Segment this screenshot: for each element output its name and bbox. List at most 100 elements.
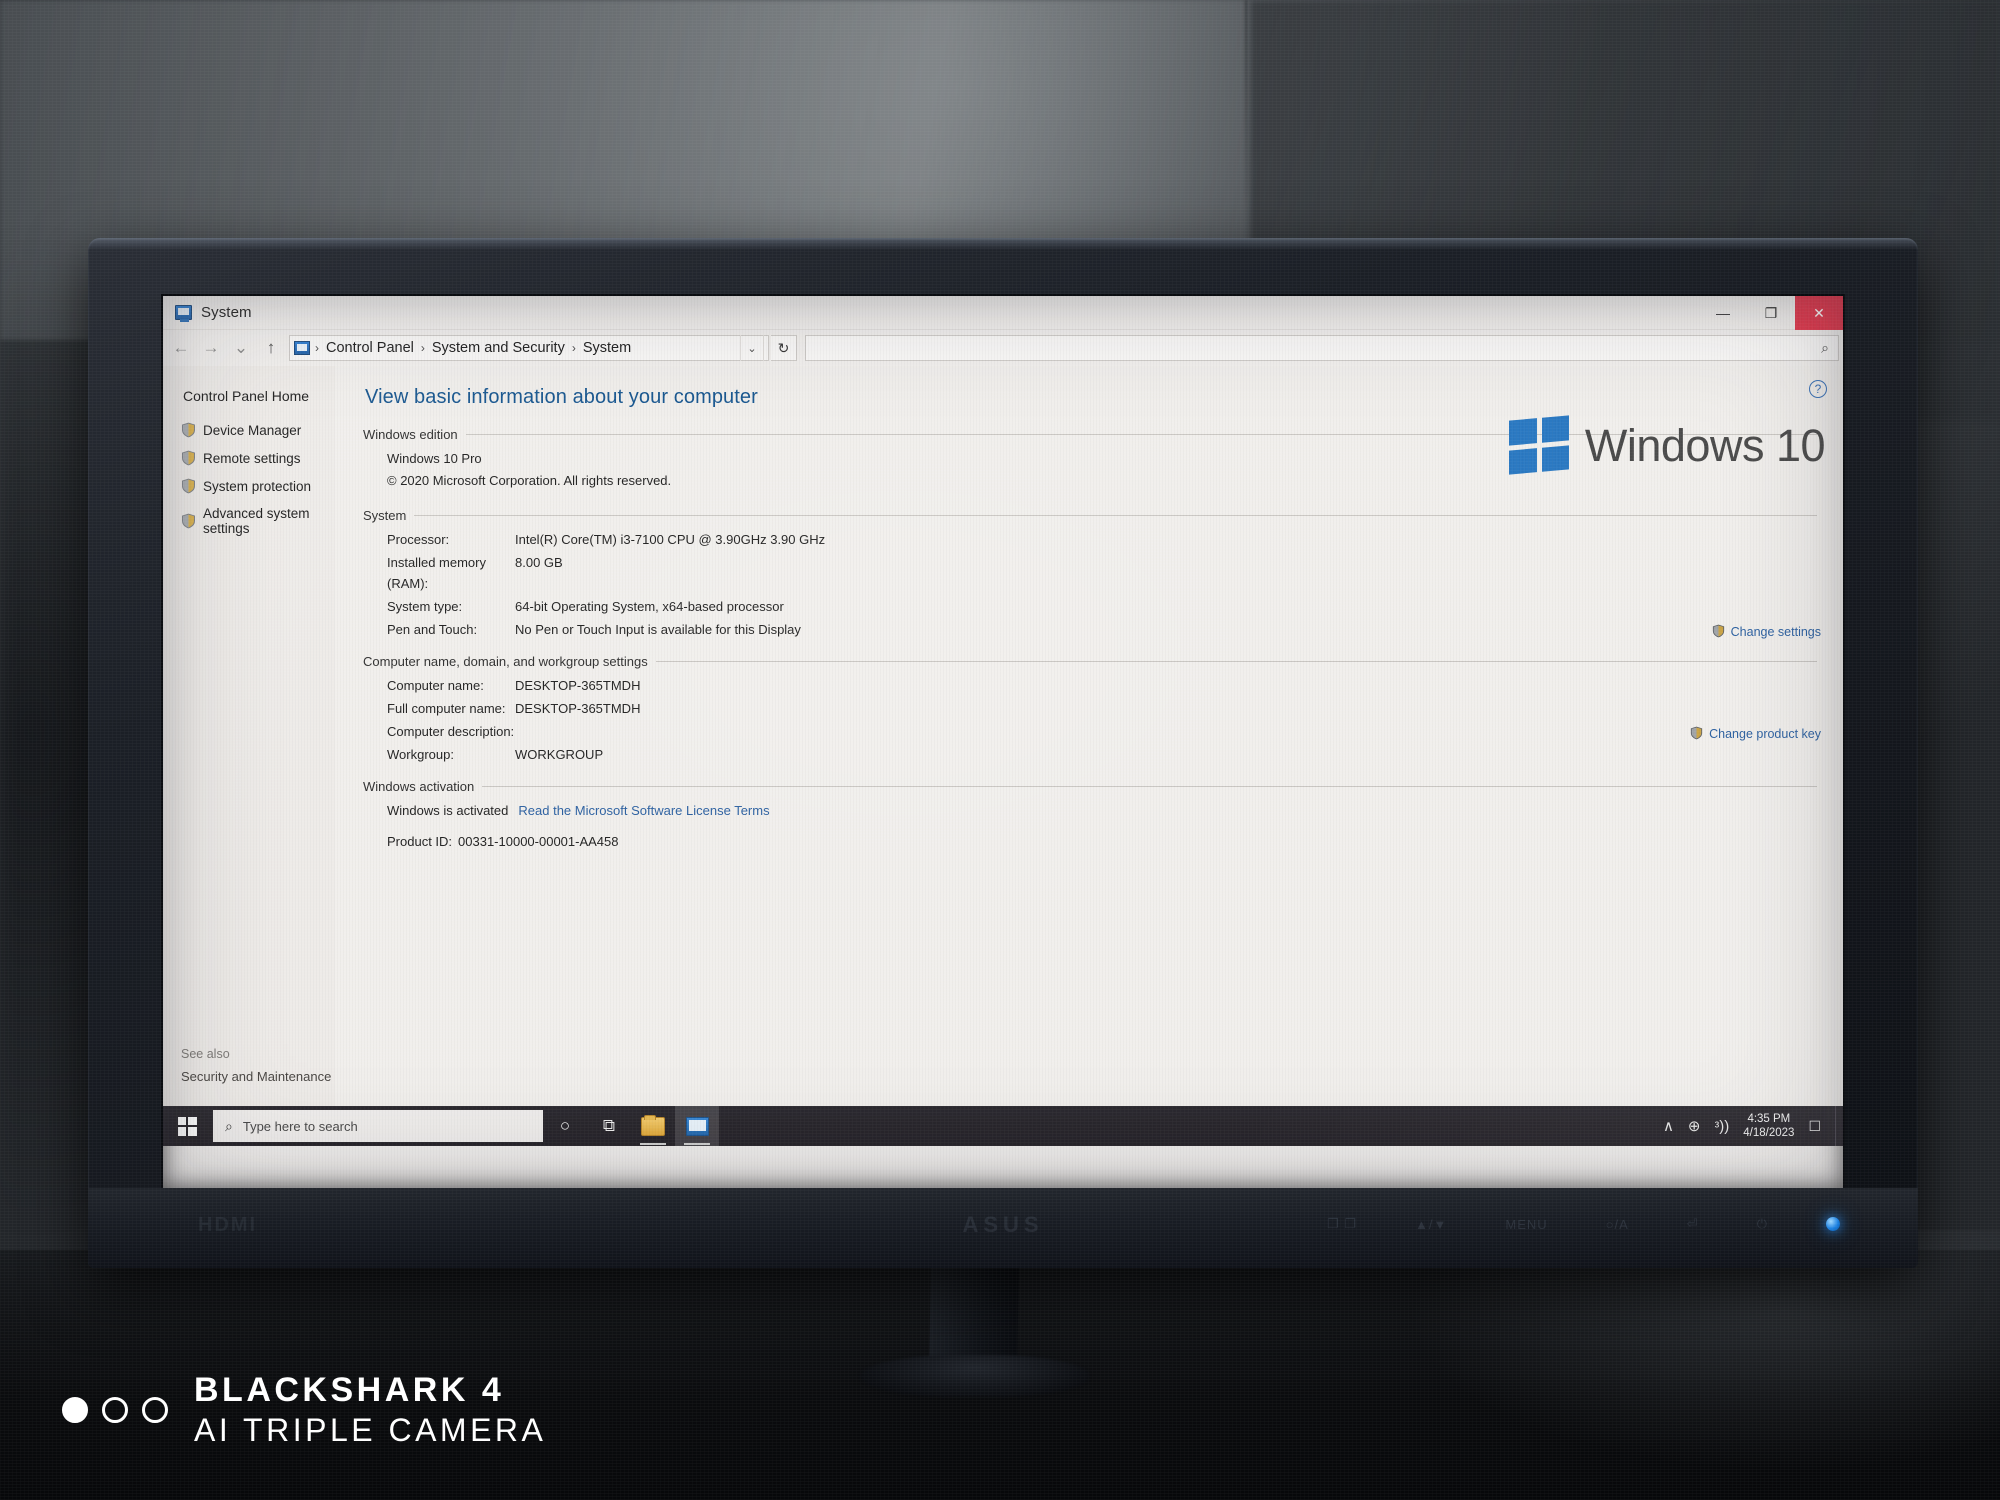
section-rule: [655, 661, 1817, 662]
network-icon[interactable]: ⊕: [1688, 1117, 1701, 1135]
sidebar-item-label: Advanced system settings: [203, 506, 310, 536]
activation-rows: Windows is activated Read the Microsoft …: [363, 800, 1817, 852]
breadcrumb-item-system[interactable]: System: [579, 340, 635, 356]
camera-lens-dots-icon: [62, 1396, 168, 1423]
forward-button[interactable]: →: [197, 334, 225, 362]
breadcrumb[interactable]: › Control Panel › System and Security › …: [289, 335, 769, 361]
system-control-panel-window: System — ❐ ✕ ← → ⌄ ↑ › Control Panel › S…: [163, 296, 1843, 1146]
monitor-osd-buttons: ❐ ❐ ▲/▼ MENU ○/A ⏎ ⏻: [1327, 1216, 1840, 1232]
close-button[interactable]: ✕: [1795, 296, 1843, 330]
change-product-key-label: Change product key: [1709, 727, 1821, 741]
power-led-indicator: [1826, 1217, 1840, 1231]
camera-watermark: BLACKSHARK 4 AI TRIPLE CAMERA: [62, 1370, 546, 1451]
license-terms-link[interactable]: Read the Microsoft Software License Term…: [518, 800, 769, 821]
show-desktop-button[interactable]: [1835, 1106, 1843, 1146]
activation-status-row: Windows is activated Read the Microsoft …: [387, 800, 1817, 821]
sidebar-item-device-manager[interactable]: Device Manager: [181, 422, 335, 438]
clock-date: 4/18/2023: [1743, 1127, 1795, 1139]
action-center-icon[interactable]: ☐: [1808, 1118, 1821, 1135]
section-computer-name: Computer name, domain, and workgroup set…: [363, 654, 1817, 765]
bezel-highlight: [88, 238, 1918, 250]
clock[interactable]: 4:35 PM 4/18/2023: [1743, 1112, 1794, 1140]
change-settings-label: Change settings: [1730, 625, 1821, 639]
task-view-icon[interactable]: ⧉: [587, 1106, 631, 1146]
breadcrumb-item-system-and-security[interactable]: System and Security: [428, 340, 569, 356]
row-value: DESKTOP-365TMDH: [515, 678, 641, 693]
change-settings-link[interactable]: Change settings: [1712, 624, 1821, 640]
system-icon: [175, 305, 192, 322]
monitor-screen: System — ❐ ✕ ← → ⌄ ↑ › Control Panel › S…: [163, 296, 1843, 1188]
row-label: Computer description:: [387, 724, 515, 739]
taskbar: ⌕ Type here to search ○ ⧉ ∧ ⊕ ᵌ)) 4:35 P…: [163, 1106, 1843, 1146]
section-rule: [414, 515, 1817, 516]
file-explorer-icon[interactable]: [631, 1106, 675, 1146]
sidebar-item-advanced-system-settings[interactable]: Advanced system settings: [181, 506, 335, 536]
start-button[interactable]: [163, 1106, 211, 1146]
section-header: Windows activation: [363, 779, 1817, 794]
table-row: Installed memory (RAM): 8.00 GB: [387, 552, 1817, 594]
see-also-link-security-and-maintenance[interactable]: Security and Maintenance: [181, 1069, 331, 1084]
section-title: System: [363, 508, 407, 523]
row-label: System type:: [387, 599, 463, 614]
edition-copyright: © 2020 Microsoft Corporation. All rights…: [387, 473, 672, 488]
wall-corner-edge: [1245, 0, 1247, 250]
maximize-button[interactable]: ❐: [1747, 296, 1795, 330]
osd-button[interactable]: ○/A: [1606, 1217, 1629, 1232]
volume-icon[interactable]: ᵌ)): [1715, 1118, 1730, 1135]
shield-icon: [181, 422, 196, 438]
shield-icon: [181, 478, 196, 494]
osd-button[interactable]: ⏻: [1757, 1216, 1768, 1232]
see-also-title: See also: [181, 1047, 230, 1061]
activation-status: Windows is activated: [387, 803, 509, 818]
search-icon: ⌕: [225, 1117, 233, 1134]
table-row: Full computer name: DESKTOP-365TMDH: [387, 698, 1817, 719]
content-area: Control Panel Home Device Manager Remote…: [163, 366, 1843, 1106]
taskbar-search-input[interactable]: ⌕ Type here to search: [213, 1110, 543, 1142]
section-rule: [482, 786, 1817, 787]
section-title: Windows activation: [363, 779, 475, 794]
page-title: View basic information about your comput…: [365, 386, 758, 408]
breadcrumb-item-control-panel[interactable]: Control Panel: [322, 340, 418, 356]
product-id-label: Product ID:: [387, 834, 453, 849]
row-value: No Pen or Touch Input is available for t…: [515, 622, 801, 637]
computer-name-rows: Computer name: DESKTOP-365TMDH Full comp…: [363, 675, 1817, 765]
search-input[interactable]: ⌕: [805, 335, 1839, 361]
show-hidden-icons-icon[interactable]: ∧: [1663, 1117, 1674, 1135]
back-button[interactable]: ←: [167, 334, 195, 362]
breadcrumb-separator: ›: [315, 341, 319, 355]
refresh-button[interactable]: ↻: [771, 335, 797, 361]
sidebar-item-control-panel-home[interactable]: Control Panel Home: [183, 388, 335, 404]
system-window-taskbar-icon[interactable]: [675, 1106, 719, 1146]
windows-10-wordmark: Windows 10: [1584, 419, 1826, 471]
taskbar-search-placeholder: Type here to search: [242, 1118, 358, 1134]
product-id-row: Product ID: 00331-10000-00001-AA458: [387, 831, 1817, 852]
sidebar-item-label: Remote settings: [203, 450, 301, 466]
sidebar-item-remote-settings[interactable]: Remote settings: [181, 450, 335, 466]
up-button[interactable]: ↑: [257, 334, 285, 362]
section-title: Computer name, domain, and workgroup set…: [363, 654, 648, 669]
help-icon[interactable]: ?: [1809, 380, 1827, 398]
sidebar-item-label: System protection: [203, 478, 312, 494]
row-value: DESKTOP-365TMDH: [515, 701, 641, 716]
osd-button[interactable]: MENU: [1505, 1217, 1547, 1232]
sidebar-item-label: Device Manager: [203, 422, 302, 438]
cortana-icon[interactable]: ○: [543, 1106, 587, 1146]
recent-locations-button[interactable]: ⌄: [227, 334, 255, 362]
osd-button[interactable]: ⏎: [1687, 1216, 1699, 1232]
sidebar-item-system-protection[interactable]: System protection: [181, 478, 335, 494]
breadcrumb-dropdown-icon[interactable]: ⌄: [740, 335, 764, 361]
row-value: Intel(R) Core(TM) i3-7100 CPU @ 3.90GHz …: [515, 532, 826, 547]
minimize-button[interactable]: —: [1699, 296, 1747, 330]
osd-button[interactable]: ❐ ❐: [1327, 1216, 1357, 1232]
shield-icon: [1712, 624, 1727, 640]
photo-scene: System — ❐ ✕ ← → ⌄ ↑ › Control Panel › S…: [0, 0, 2000, 1500]
table-row: Workgroup: WORKGROUP: [387, 744, 1817, 765]
see-also-section: See also Security and Maintenance: [181, 1047, 331, 1084]
system-rows: Processor: Intel(R) Core(TM) i3-7100 CPU…: [363, 529, 1817, 640]
change-product-key-link[interactable]: Change product key: [1690, 726, 1821, 742]
table-row: System type: 64-bit Operating System, x6…: [387, 596, 1817, 617]
camera-watermark-text: BLACKSHARK 4 AI TRIPLE CAMERA: [194, 1370, 546, 1451]
osd-button[interactable]: ▲/▼: [1415, 1217, 1447, 1232]
row-label: Processor:: [387, 532, 450, 547]
monitor: System — ❐ ✕ ← → ⌄ ↑ › Control Panel › S…: [88, 238, 1918, 1268]
